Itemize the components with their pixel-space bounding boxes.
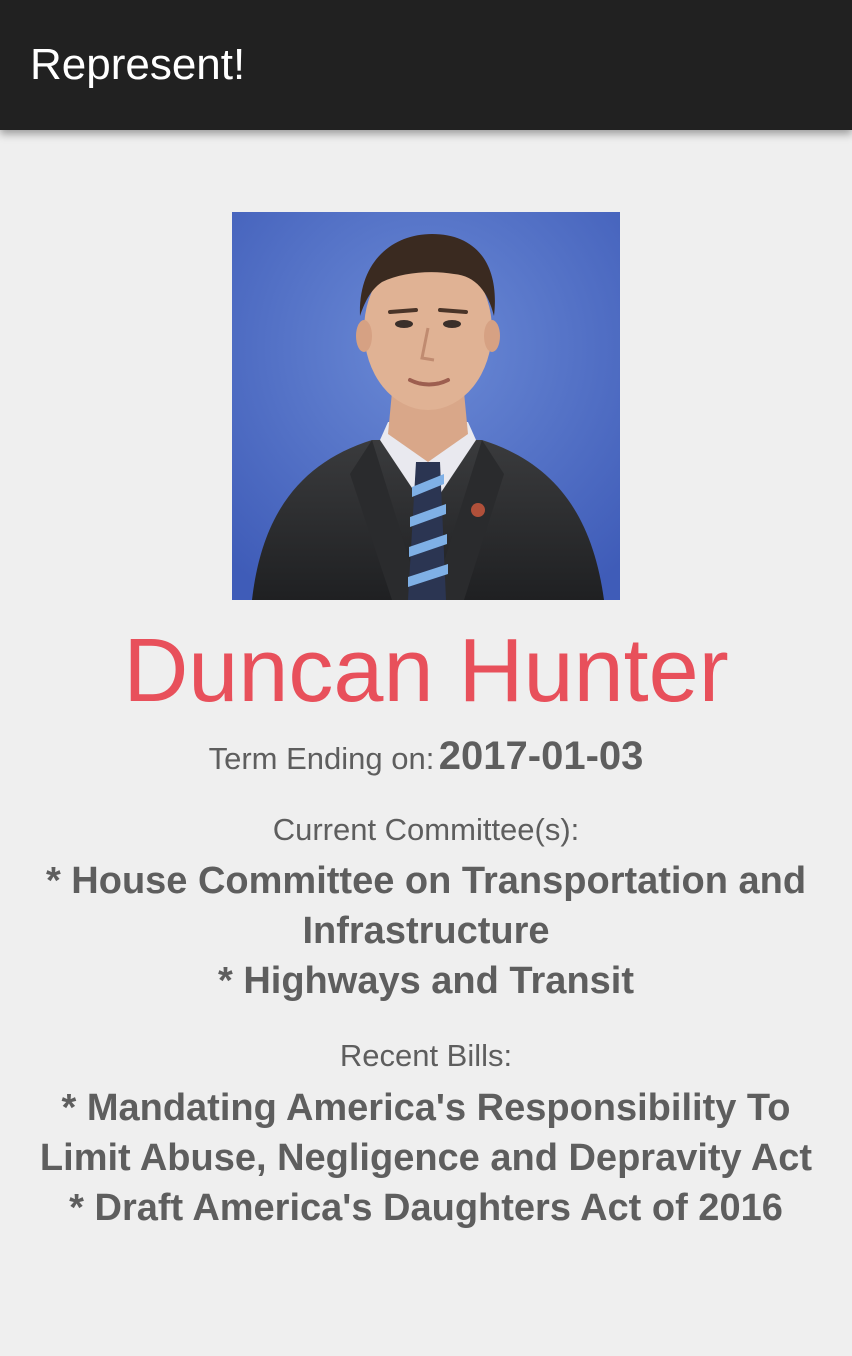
term-ending-label: Term Ending on:: [208, 741, 435, 776]
committee-item: * House Committee on Transportation and …: [45, 860, 807, 952]
term-ending-date: 2017-01-03: [438, 734, 644, 778]
bills-heading: Recent Bills:: [339, 1038, 513, 1073]
committees-list: * House Committee on Transportation and …: [30, 856, 822, 1006]
committee-item: * Highways and Transit: [218, 960, 634, 1002]
term-ending-row: Term Ending on: 2017-01-03: [0, 734, 852, 779]
committees-heading: Current Committee(s):: [272, 812, 580, 847]
app-bar: Represent!: [0, 0, 852, 130]
bills-list: * Mandating America's Responsibility To …: [30, 1083, 822, 1233]
person-portrait-icon: [232, 212, 620, 600]
representative-photo: [232, 212, 620, 600]
bill-item: * Mandating America's Responsibility To …: [39, 1087, 813, 1179]
bill-item: * Draft America's Daughters Act of 2016: [69, 1187, 783, 1229]
app-title: Represent!: [30, 40, 246, 89]
representative-name: Duncan Hunter: [123, 621, 729, 721]
